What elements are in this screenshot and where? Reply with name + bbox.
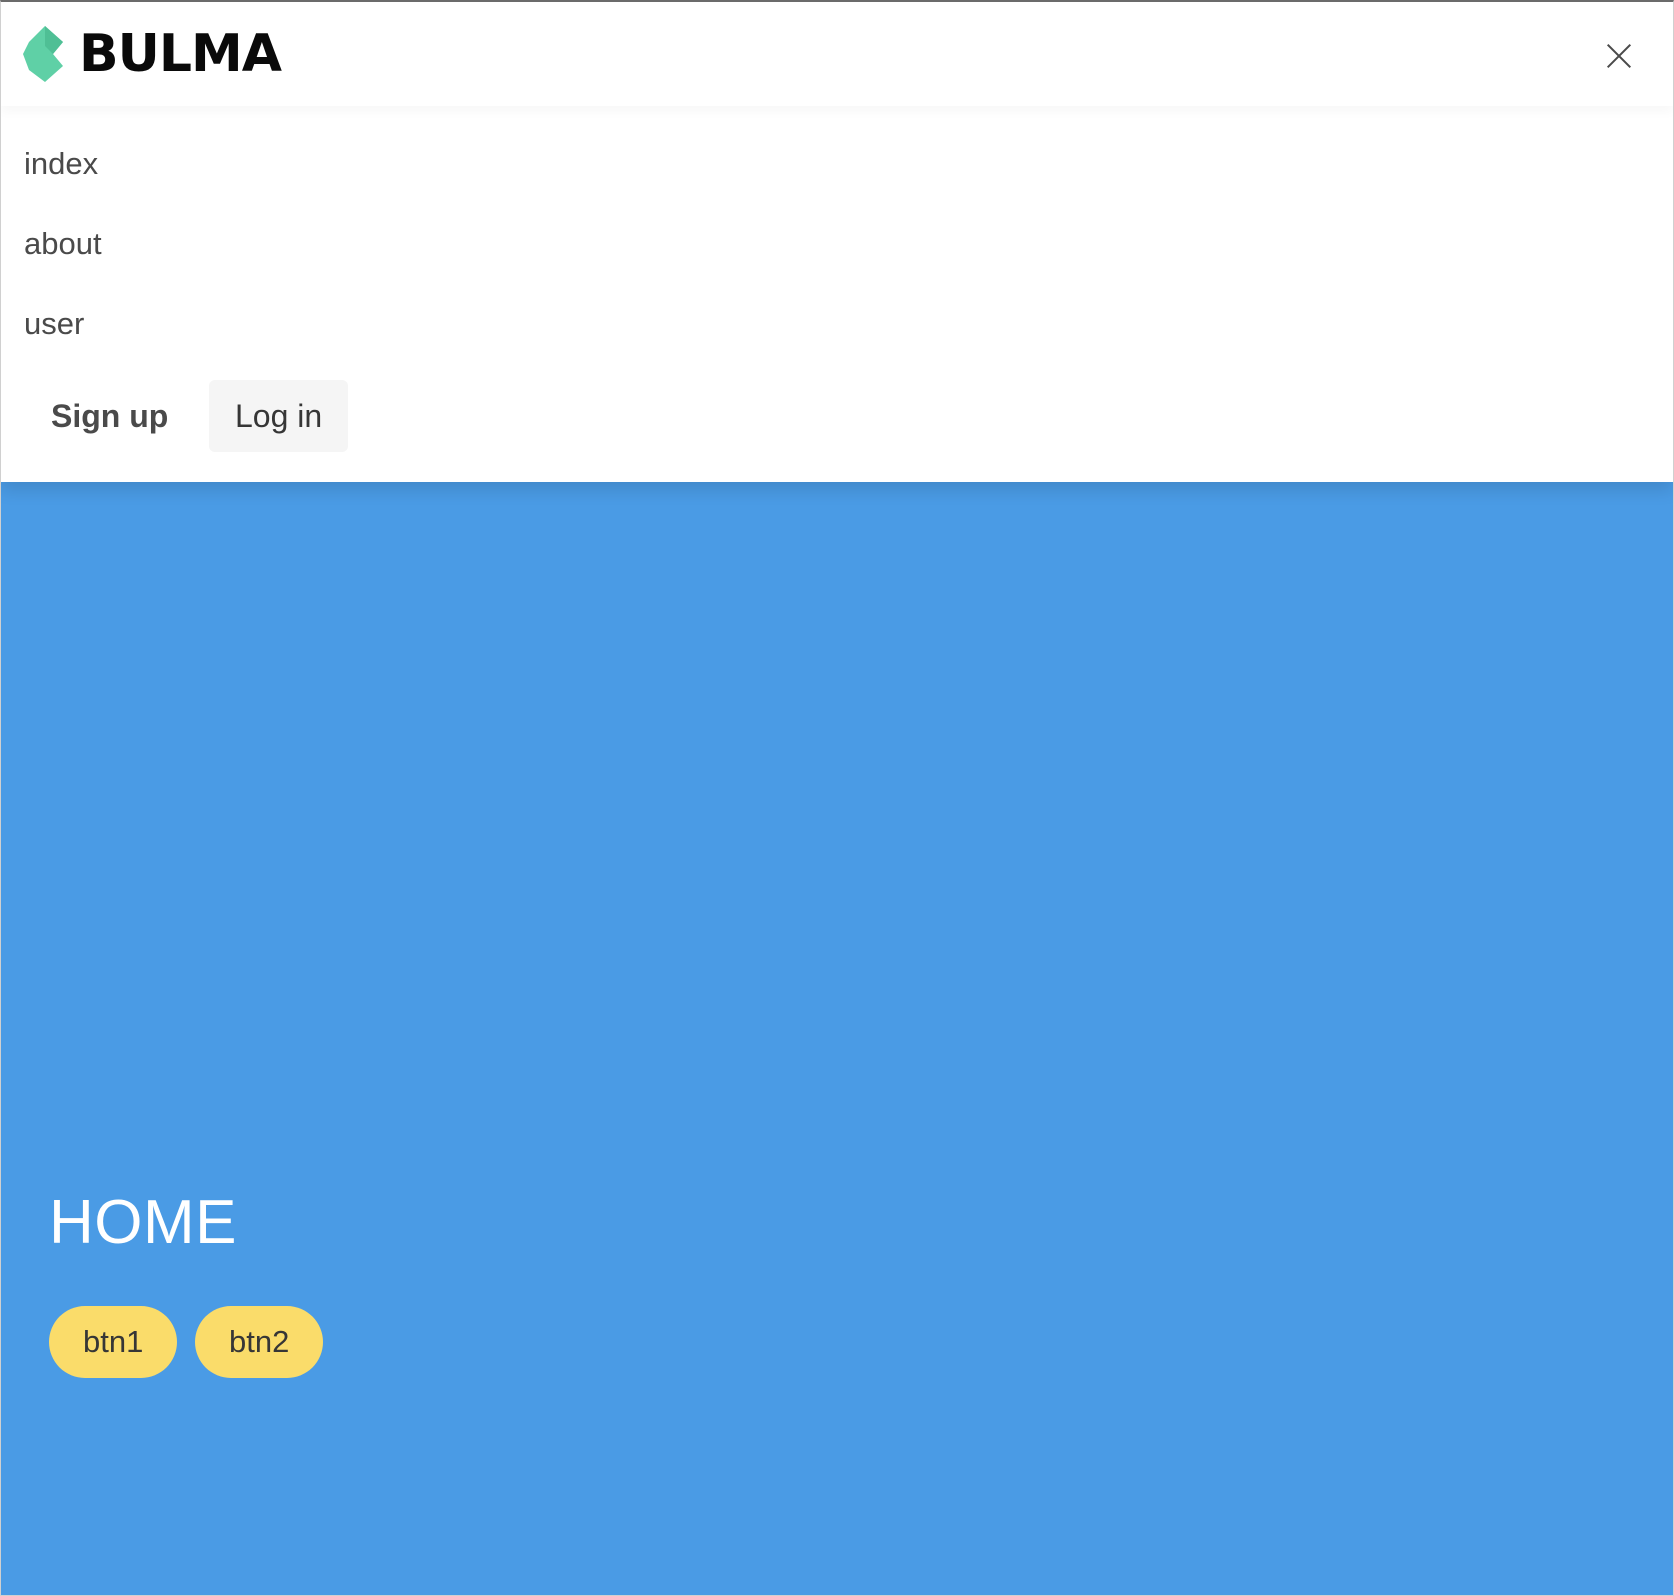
navbar-menu: index about user Sign up Log in (1, 106, 1673, 482)
page-title: HOME (49, 1188, 237, 1257)
btn1-button[interactable]: btn1 (49, 1306, 178, 1378)
nav-item-about[interactable]: about (24, 224, 102, 264)
nav-item-user[interactable]: user (24, 304, 84, 344)
app-window: BULMA index about user Sign up Log in HO… (0, 0, 1674, 1596)
nav-item-index[interactable]: index (24, 144, 98, 184)
brand-logo[interactable]: BULMA (23, 24, 282, 84)
btn2-button[interactable]: btn2 (195, 1306, 324, 1378)
bulma-logo-icon (23, 26, 63, 82)
close-icon[interactable] (1597, 32, 1645, 80)
navbar-brand: BULMA (1, 2, 1673, 106)
login-button[interactable]: Log in (209, 380, 349, 452)
brand-name: BULMA (79, 24, 282, 84)
hero-section: HOME btn1 btn2 (1, 482, 1673, 1595)
signup-button[interactable]: Sign up (25, 380, 194, 452)
